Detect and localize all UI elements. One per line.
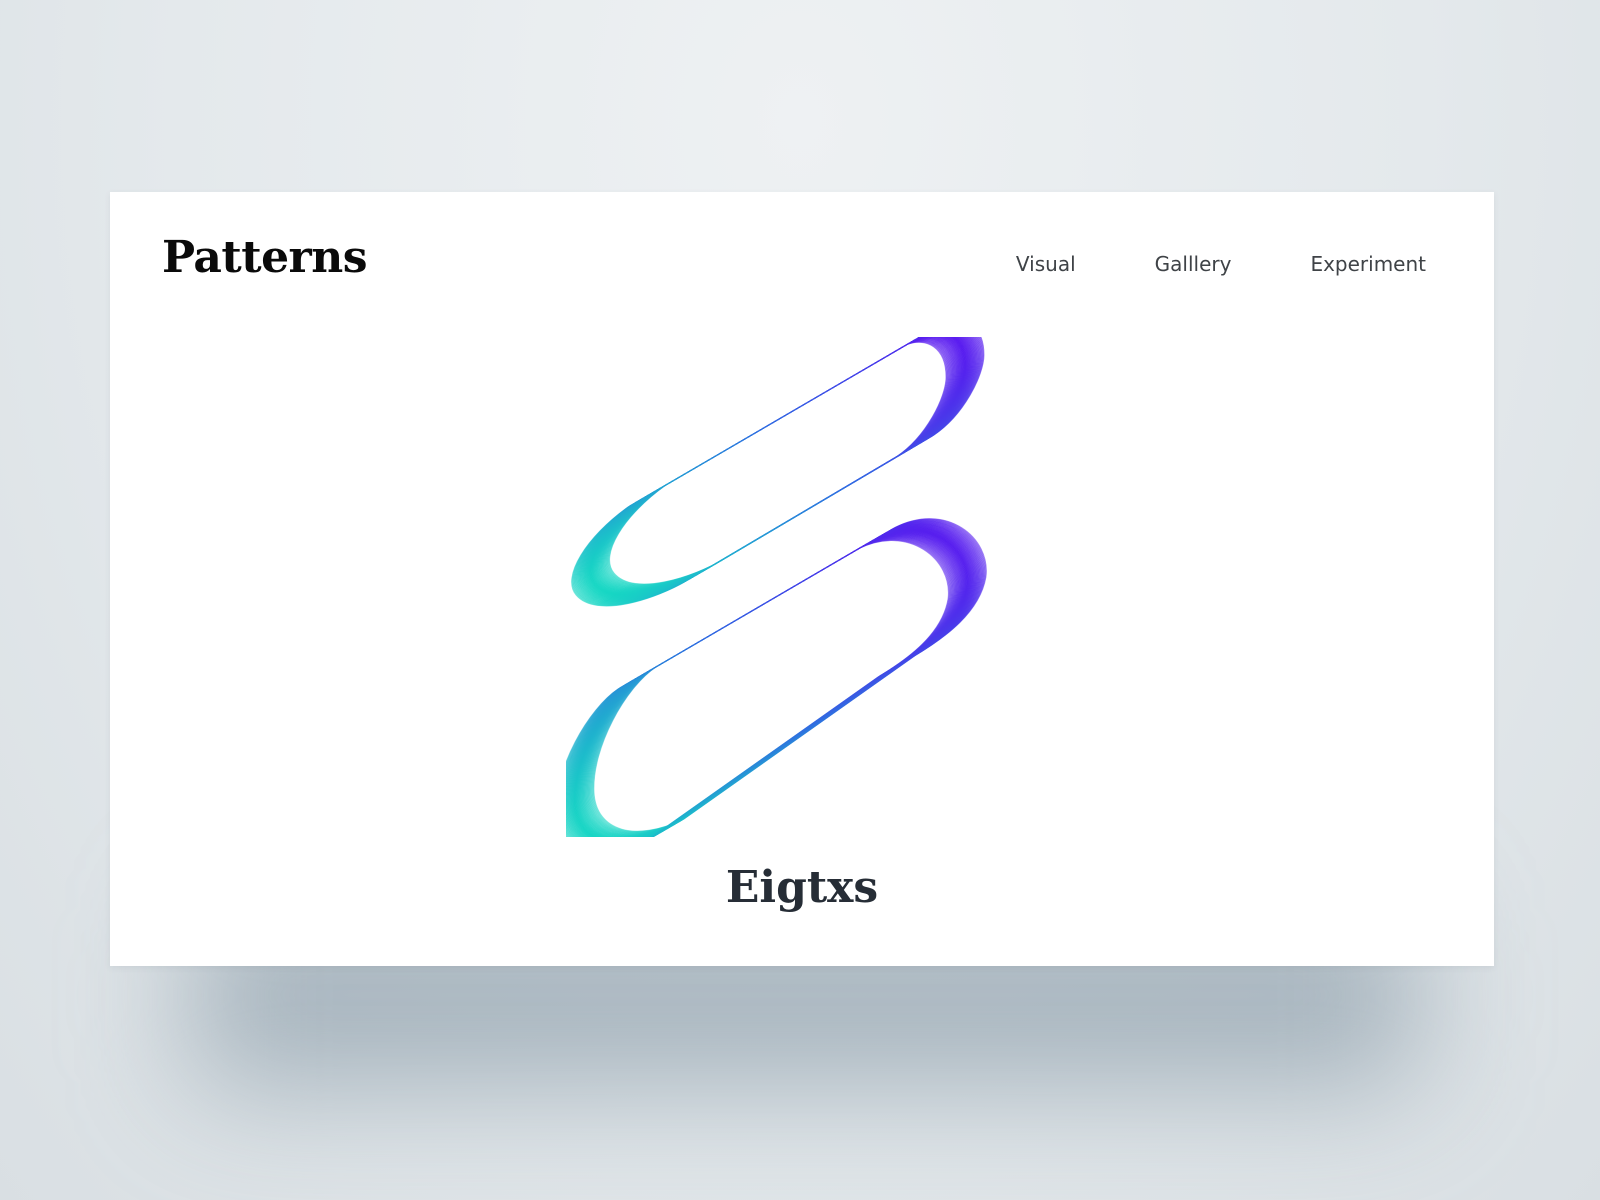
nav-link-gallery[interactable]: Galllery (1155, 252, 1232, 276)
ribbon-line (594, 337, 970, 594)
ribbon-line (585, 522, 979, 837)
ribbon-line (584, 523, 978, 837)
ribbon-line (577, 338, 954, 603)
ribbon-line (583, 524, 977, 837)
ribbon-line (571, 341, 947, 607)
pattern-artwork (566, 337, 987, 837)
ribbon-line (595, 337, 971, 593)
ribbon-line (571, 341, 948, 607)
ribbon-line (592, 518, 986, 833)
ribbon-line (589, 337, 965, 596)
nav-link-experiment[interactable]: Experiment (1310, 252, 1426, 276)
ribbon-line (586, 521, 981, 836)
ribbon-line (597, 337, 973, 592)
ribbon-line (588, 337, 965, 597)
ribbon-line (588, 521, 982, 835)
ribbon-line (588, 337, 964, 597)
ribbon-line (601, 337, 977, 590)
ribbon-line (566, 534, 960, 837)
ribbon-line (591, 519, 986, 833)
ribbon-line (590, 520, 984, 834)
ribbon-line (576, 338, 952, 604)
ribbon-line (578, 337, 954, 603)
ribbon-line (583, 523, 977, 837)
ribbon-line (598, 337, 974, 591)
ribbon-line (581, 337, 957, 601)
ribbon-line (572, 340, 949, 606)
ribbon-line (588, 521, 982, 835)
ribbon-line (593, 337, 969, 594)
ribbon-line (583, 337, 959, 600)
ribbon-line (578, 337, 955, 603)
ribbon-line (601, 337, 977, 589)
ribbon-line (575, 339, 951, 604)
ribbon-line (589, 520, 983, 835)
ribbon-line (574, 339, 950, 605)
ribbon-line (599, 337, 976, 590)
ribbon-line (573, 340, 949, 606)
ribbon-line (583, 337, 960, 600)
ribbon-line (596, 337, 972, 593)
ribbon-line (594, 337, 971, 593)
ribbon-line (587, 337, 963, 598)
ribbon-line (603, 337, 979, 588)
ribbon-line (585, 337, 961, 599)
ribbon-line (581, 525, 975, 837)
ribbon-line (593, 337, 970, 594)
ribbon-line (592, 337, 968, 595)
ribbon-line (589, 520, 983, 834)
ribbon-line (591, 337, 967, 596)
ribbon-line (582, 524, 976, 837)
ribbon-line (593, 518, 987, 832)
nav-link-visual[interactable]: Visual (1016, 252, 1076, 276)
ribbon-line (596, 337, 972, 592)
ribbon-line (585, 522, 980, 837)
ribbon-line (602, 337, 978, 589)
ribbon-line (576, 339, 952, 604)
ribbon-line (586, 337, 962, 598)
ribbon-line (592, 337, 968, 595)
ribbon-line (584, 337, 960, 599)
ribbon-line (572, 341, 948, 606)
ribbon-line (587, 521, 981, 836)
ribbon-line (580, 337, 956, 602)
ribbon-line (590, 519, 984, 834)
ribbon-line (574, 340, 950, 605)
ribbon-line (585, 337, 961, 599)
ribbon-line (590, 337, 966, 596)
ribbon-line (603, 337, 979, 588)
ribbon-line (590, 337, 966, 596)
ribbon-line (586, 522, 980, 836)
ribbon-line (580, 337, 956, 602)
ribbon-line (579, 337, 955, 602)
ribbon-line (582, 337, 959, 600)
ribbon-line (602, 337, 978, 589)
ribbon-line (575, 339, 951, 605)
ribbon-line (577, 338, 953, 603)
ribbon-line (581, 524, 976, 837)
page-card: Patterns Visual Galllery Experiment Eigt… (110, 192, 1494, 966)
ribbon-line (591, 519, 985, 833)
ribbon-line (584, 523, 978, 837)
ribbon-line (599, 337, 975, 591)
artwork-caption: Eigtxs (725, 862, 879, 913)
ribbon-line (592, 518, 987, 832)
ribbon-line (586, 337, 962, 598)
ribbon-line (597, 337, 973, 592)
main-nav: Visual Galllery Experiment (1016, 252, 1426, 276)
ribbon-line (581, 337, 957, 601)
brand-logo[interactable]: Patterns (162, 232, 368, 285)
ribbon-line (591, 337, 967, 595)
ribbon-line (598, 337, 974, 591)
ribbon-line (582, 337, 958, 601)
ribbon-line (587, 337, 963, 597)
ribbon-line (600, 337, 976, 590)
ribbon-line (566, 534, 959, 837)
